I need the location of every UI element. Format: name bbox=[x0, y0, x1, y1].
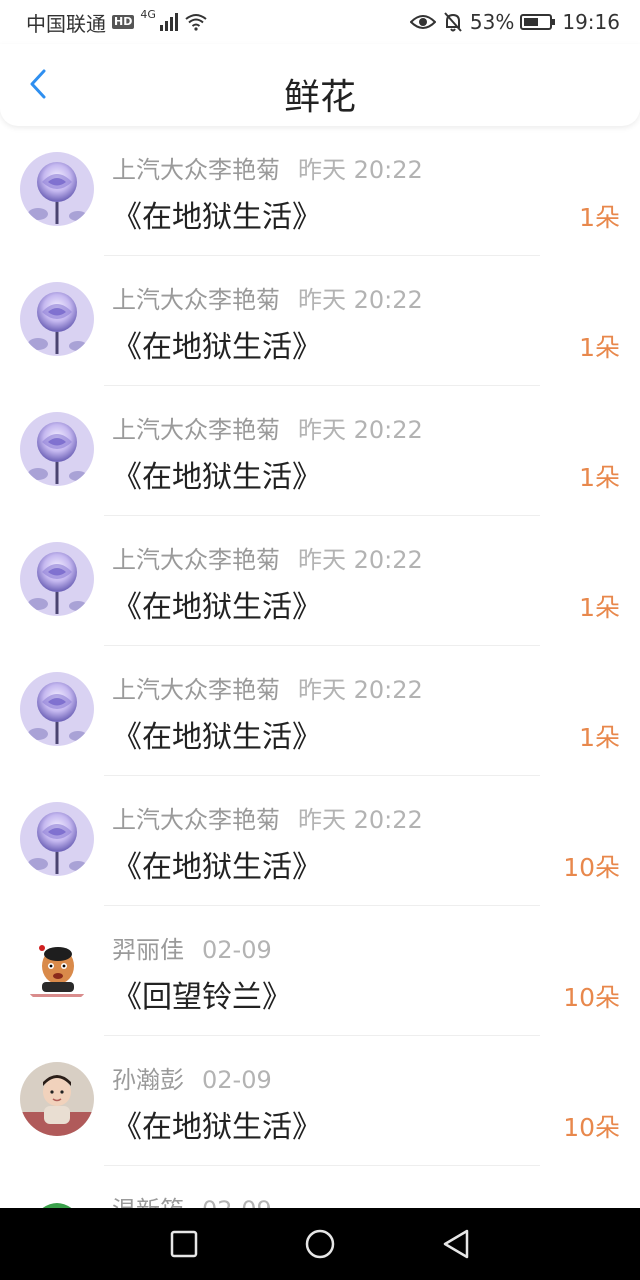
item-time: 昨天 20:22 bbox=[298, 546, 423, 574]
eye-icon bbox=[409, 15, 436, 29]
avatar[interactable] bbox=[20, 932, 94, 1006]
flower-count: 10朵 bbox=[563, 853, 620, 882]
circle-icon bbox=[305, 1229, 335, 1259]
screen: 中国联通 HD 4G 53% 19:16 鲜花 上汽大众李艳菊 昨天 20:22 … bbox=[0, 0, 640, 1280]
item-meta: 上汽大众李艳菊 昨天 20:22 bbox=[112, 670, 423, 705]
sender-name: 上汽大众李艳菊 bbox=[112, 546, 280, 574]
item-time: 昨天 20:22 bbox=[298, 676, 423, 704]
avatar[interactable] bbox=[20, 412, 94, 486]
book-title: 《在地狱生活》 bbox=[112, 720, 322, 755]
flower-count: 1朵 bbox=[579, 463, 620, 492]
sender-name: 上汽大众李艳菊 bbox=[112, 156, 280, 184]
book-title: 《在地狱生活》 bbox=[112, 590, 322, 625]
status-left: 中国联通 HD 4G bbox=[26, 8, 208, 37]
avatar[interactable] bbox=[20, 282, 94, 356]
list-item[interactable]: 羿丽佳 02-09 《回望铃兰》 10朵 bbox=[0, 906, 640, 1036]
sender-name: 羿丽佳 bbox=[112, 936, 184, 964]
list-item[interactable]: 上汽大众李艳菊 昨天 20:22 《在地狱生活》 1朵 bbox=[0, 646, 640, 776]
list-item[interactable]: 上汽大众李艳菊 昨天 20:22 《在地狱生活》 1朵 bbox=[0, 516, 640, 646]
avatar[interactable] bbox=[20, 802, 94, 876]
avatar[interactable] bbox=[20, 1192, 94, 1208]
header: 鲜花 bbox=[0, 44, 640, 126]
item-time: 昨天 20:22 bbox=[298, 286, 423, 314]
sender-name: 温新筠 bbox=[112, 1196, 184, 1208]
battery-icon bbox=[520, 14, 556, 30]
list-item[interactable]: 孙瀚彭 02-09 《在地狱生活》 10朵 bbox=[0, 1036, 640, 1166]
item-meta: 上汽大众李艳菊 昨天 20:22 bbox=[112, 150, 423, 185]
item-time: 昨天 20:22 bbox=[298, 156, 423, 184]
status-bar: 中国联通 HD 4G 53% 19:16 bbox=[0, 0, 640, 44]
avatar[interactable] bbox=[20, 542, 94, 616]
recent-apps-button[interactable] bbox=[162, 1222, 206, 1266]
carrier-label: 中国联通 bbox=[26, 11, 106, 36]
book-title: 《回望铃兰》 bbox=[112, 980, 292, 1015]
list-item[interactable]: 上汽大众李艳菊 昨天 20:22 《在地狱生活》 10朵 bbox=[0, 776, 640, 906]
item-time: 02-09 bbox=[202, 1196, 272, 1208]
flower-count: 1朵 bbox=[579, 593, 620, 622]
item-meta: 羿丽佳 02-09 bbox=[112, 930, 272, 965]
item-meta: 上汽大众李艳菊 昨天 20:22 bbox=[112, 540, 423, 575]
book-title: 《在地狱生活》 bbox=[112, 200, 322, 235]
list-item[interactable]: 温新筠 02-09 bbox=[0, 1166, 640, 1208]
clock: 19:16 bbox=[562, 10, 620, 34]
item-meta: 温新筠 02-09 bbox=[112, 1190, 272, 1208]
list-item[interactable]: 上汽大众李艳菊 昨天 20:22 《在地狱生活》 1朵 bbox=[0, 256, 640, 386]
avatar[interactable] bbox=[20, 672, 94, 746]
page-title: 鲜花 bbox=[283, 77, 356, 118]
book-title: 《在地狱生活》 bbox=[112, 460, 322, 495]
list-item[interactable]: 上汽大众李艳菊 昨天 20:22 《在地狱生活》 1朵 bbox=[0, 386, 640, 516]
book-title: 《在地狱生活》 bbox=[112, 1110, 322, 1145]
avatar[interactable] bbox=[20, 1062, 94, 1136]
signal-icon bbox=[159, 13, 178, 31]
flower-count: 1朵 bbox=[579, 203, 620, 232]
sender-name: 上汽大众李艳菊 bbox=[112, 286, 280, 314]
book-title: 《在地狱生活》 bbox=[112, 850, 322, 885]
sender-name: 上汽大众李艳菊 bbox=[112, 416, 280, 444]
avatar[interactable] bbox=[20, 152, 94, 226]
item-time: 02-09 bbox=[202, 1066, 272, 1094]
flower-count: 10朵 bbox=[563, 983, 620, 1012]
network-type: 4G bbox=[140, 7, 156, 21]
sender-name: 上汽大众李艳菊 bbox=[112, 676, 280, 704]
list-item[interactable]: 上汽大众李艳菊 昨天 20:22 《在地狱生活》 1朵 bbox=[0, 126, 640, 256]
book-title: 《在地狱生活》 bbox=[112, 330, 322, 365]
hd-badge: HD bbox=[112, 15, 135, 29]
triangle-back-icon bbox=[443, 1229, 469, 1259]
sender-name: 孙瀚彭 bbox=[112, 1066, 184, 1094]
flower-count: 10朵 bbox=[563, 1113, 620, 1142]
back-nav-button[interactable] bbox=[434, 1222, 478, 1266]
flower-count: 1朵 bbox=[579, 333, 620, 362]
item-time: 昨天 20:22 bbox=[298, 416, 423, 444]
system-nav-bar bbox=[0, 1208, 640, 1280]
sender-name: 上汽大众李艳菊 bbox=[112, 806, 280, 834]
item-meta: 上汽大众李艳菊 昨天 20:22 bbox=[112, 410, 423, 445]
item-time: 昨天 20:22 bbox=[298, 806, 423, 834]
battery-percent: 53% bbox=[469, 10, 515, 34]
item-meta: 孙瀚彭 02-09 bbox=[112, 1060, 272, 1095]
home-button[interactable] bbox=[298, 1222, 342, 1266]
item-time: 02-09 bbox=[202, 936, 272, 964]
item-meta: 上汽大众李艳菊 昨天 20:22 bbox=[112, 800, 423, 835]
bell-off-icon bbox=[444, 12, 462, 32]
square-icon bbox=[170, 1230, 198, 1258]
flower-count: 1朵 bbox=[579, 723, 620, 752]
flower-list: 上汽大众李艳菊 昨天 20:22 《在地狱生活》 1朵 上汽大众李艳菊 昨天 20:… bbox=[0, 126, 640, 1208]
status-right: 53% 19:16 bbox=[409, 10, 620, 34]
wifi-icon bbox=[185, 14, 207, 31]
item-meta: 上汽大众李艳菊 昨天 20:22 bbox=[112, 280, 423, 315]
